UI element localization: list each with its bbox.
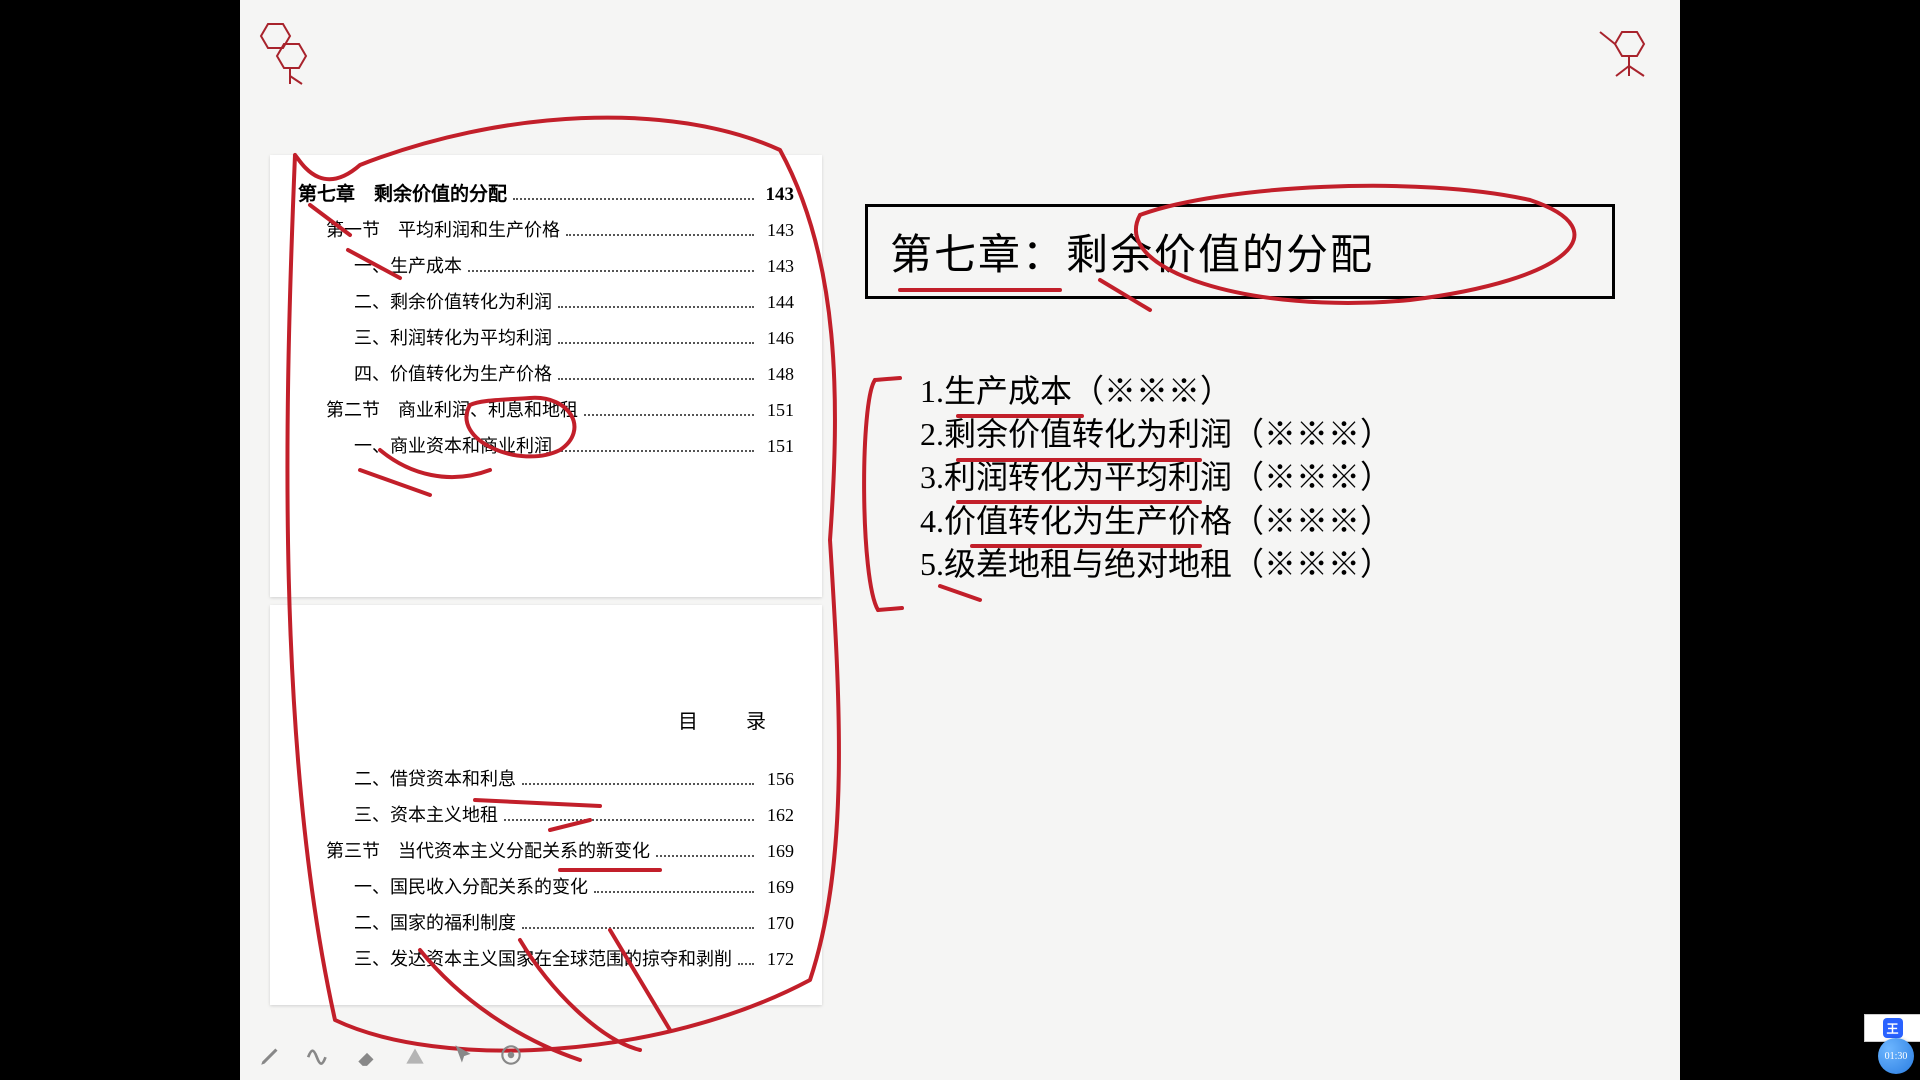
shape-tool-icon[interactable] — [402, 1042, 428, 1068]
outline-item: 4.价值转化为生产价格（※※※） — [920, 500, 1392, 543]
toc-chapter-page: 143 — [760, 184, 794, 206]
toc-row-page: 144 — [760, 292, 794, 313]
toc-row-label: 二、国家的福利制度 — [354, 909, 516, 935]
toc-row-label: 第一节 平均利润和生产价格 — [326, 216, 560, 242]
toc-row: 三、发达资本主义国家在全球范围的掠夺和剥削 172 — [298, 945, 794, 971]
toc-row-label: 三、发达资本主义国家在全球范围的掠夺和剥削 — [354, 945, 732, 971]
toc-row-page: 151 — [760, 436, 794, 457]
toc-row-label: 一、商业资本和商业利润 — [354, 432, 552, 458]
toc-row-label: 一、生产成本 — [354, 252, 462, 278]
outline-item: 2.剩余价值转化为利润（※※※） — [920, 413, 1392, 456]
toc-row-page: 172 — [760, 949, 794, 970]
wave-tool-icon[interactable] — [306, 1042, 332, 1068]
toc-row-page: 169 — [760, 877, 794, 898]
outline-item: 5.级差地租与绝对地租（※※※） — [920, 543, 1392, 586]
toc-row: 二、借贷资本和利息 156 — [298, 765, 794, 791]
toc-row-page: 170 — [760, 913, 794, 934]
drawing-toolbar — [258, 1042, 524, 1068]
toc-row: 一、国民收入分配关系的变化 169 — [298, 873, 794, 899]
toc-row: 第二节 商业利润、利息和地租 151 — [298, 396, 794, 422]
timer-text: 01:30 — [1885, 1051, 1908, 1062]
pen-tool-icon[interactable] — [258, 1042, 284, 1068]
timer-bubble[interactable]: 01:30 — [1878, 1038, 1914, 1074]
toc-page-bottom: 目 录 二、借贷资本和利息 156 三、资本主义地租 162 第三节 当代资本主义分配关… — [270, 605, 822, 1005]
side-badge-glyph: 王 — [1883, 1018, 1903, 1038]
toc-chapter-row: 第七章 剩余价值的分配 143 — [298, 179, 794, 206]
toc-row: 一、商业资本和商业利润 151 — [298, 432, 794, 458]
toc-row: 二、国家的福利制度 170 — [298, 909, 794, 935]
toc-page-top: 第七章 剩余价值的分配 143 第一节 平均利润和生产价格 143 一、生产成本 14… — [270, 155, 822, 597]
toc-row-label: 三、利润转化为平均利润 — [354, 324, 552, 350]
toc-row-page: 143 — [760, 220, 794, 241]
toc-row-page: 143 — [760, 256, 794, 277]
toc-row-label: 一、国民收入分配关系的变化 — [354, 873, 588, 899]
toc-heading-mulu: 目 录 — [678, 705, 780, 734]
chapter-title-text: 第七章：剩余价值的分配 — [890, 233, 1374, 279]
toc-row: 一、生产成本 143 — [298, 252, 794, 278]
toc-row: 三、利润转化为平均利润 146 — [298, 324, 794, 350]
toc-row-label: 四、价值转化为生产价格 — [354, 360, 552, 386]
toc-row-label: 二、剩余价值转化为利润 — [354, 288, 552, 314]
toc-row-label: 三、资本主义地租 — [354, 801, 498, 827]
toc-row-page: 156 — [760, 769, 794, 790]
chapter-title-box: 第七章：剩余价值的分配 — [865, 204, 1615, 299]
toc-row: 三、资本主义地租 162 — [298, 801, 794, 827]
toc-chapter-label: 第七章 剩余价值的分配 — [298, 179, 507, 206]
toc-row-page: 162 — [760, 805, 794, 826]
toc-row: 四、价值转化为生产价格 148 — [298, 360, 794, 386]
record-tool-icon[interactable] — [498, 1042, 524, 1068]
toc-row-page: 146 — [760, 328, 794, 349]
outline-item: 3.利润转化为平均利润（※※※） — [920, 456, 1392, 499]
eraser-tool-icon[interactable] — [354, 1042, 380, 1068]
toc-row-label: 二、借贷资本和利息 — [354, 765, 516, 791]
hex-decoration-top-left — [250, 18, 320, 88]
toc-row-page: 148 — [760, 364, 794, 385]
toc-row-label: 第三节 当代资本主义分配关系的新变化 — [326, 837, 650, 863]
hex-decoration-top-right — [1592, 18, 1662, 88]
toc-row: 第三节 当代资本主义分配关系的新变化 169 — [298, 837, 794, 863]
toc-row: 第一节 平均利润和生产价格 143 — [298, 216, 794, 242]
slide-canvas: 第七章 剩余价值的分配 143 第一节 平均利润和生产价格 143 一、生产成本 14… — [240, 0, 1680, 1080]
pointer-tool-icon[interactable] — [450, 1042, 476, 1068]
toc-row-page: 151 — [760, 400, 794, 421]
toc-row-page: 169 — [760, 841, 794, 862]
toc-row-label: 第二节 商业利润、利息和地租 — [326, 396, 578, 422]
outline-item: 1.生产成本（※※※） — [920, 370, 1392, 413]
outline-list: 1.生产成本（※※※） 2.剩余价值转化为利润（※※※） 3.利润转化为平均利润… — [920, 370, 1392, 586]
toc-row: 二、剩余价值转化为利润 144 — [298, 288, 794, 314]
